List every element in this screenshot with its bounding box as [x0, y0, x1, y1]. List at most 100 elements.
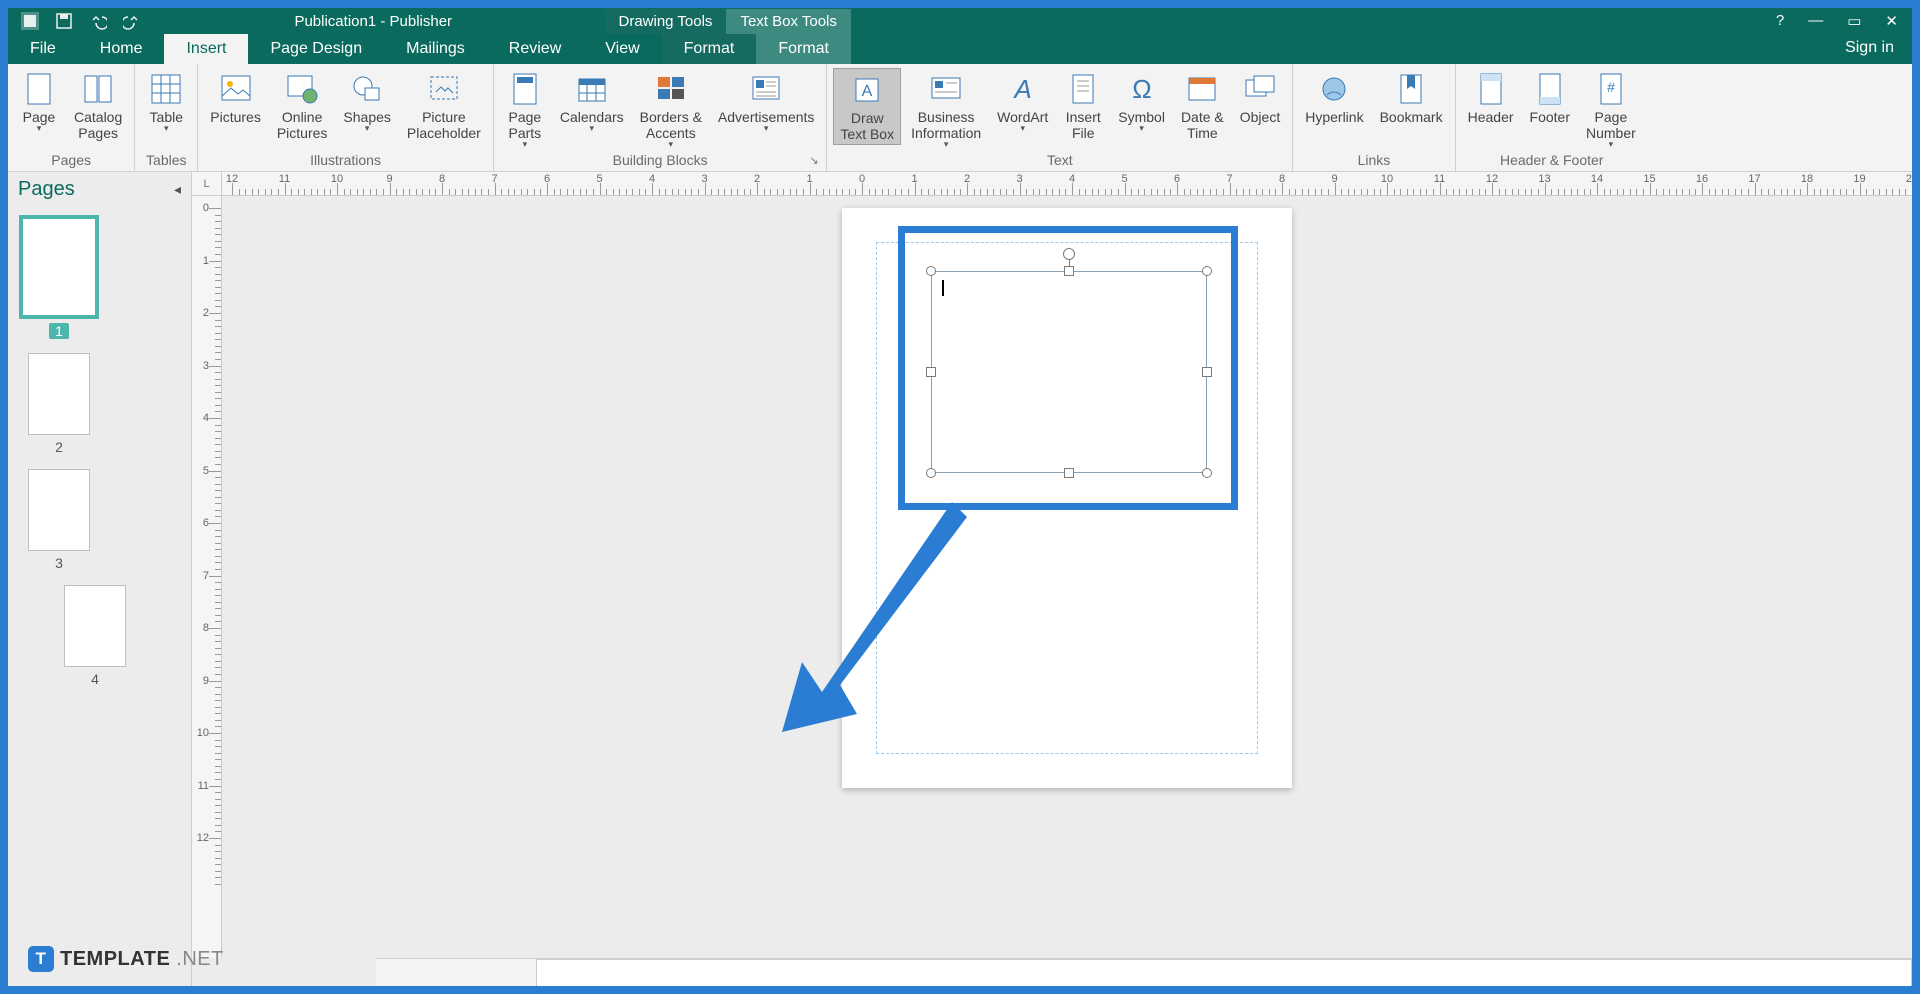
page-thumb-2[interactable]: 2 [18, 353, 100, 455]
chevron-down-icon: ▾ [365, 123, 370, 134]
bookmark-icon [1392, 70, 1430, 108]
page-button[interactable]: Page ▾ [14, 68, 64, 136]
placeholder-icon [425, 70, 463, 108]
svg-text:A: A [1012, 74, 1031, 104]
object-icon [1241, 70, 1279, 108]
symbol-icon: Ω [1123, 70, 1161, 108]
date-time-button[interactable]: Date & Time [1175, 68, 1230, 143]
rotate-handle[interactable] [1063, 248, 1075, 260]
pages-panel-title: Pages [18, 178, 75, 201]
context-tab-textbox: Text Box Tools [726, 9, 850, 34]
header-button[interactable]: Header [1462, 68, 1520, 127]
resize-handle-sw[interactable] [926, 468, 936, 478]
chevron-down-icon: ▾ [669, 139, 674, 150]
tab-file[interactable]: File [8, 34, 78, 64]
draw-text-box-button[interactable]: A Draw Text Box [833, 68, 901, 145]
page-thumb-1[interactable]: 1 [18, 215, 100, 339]
resize-handle-se[interactable] [1202, 468, 1212, 478]
annotation-highlight [898, 226, 1238, 510]
context-tab-drawing: Drawing Tools [605, 9, 727, 34]
menu-bar: File Home Insert Page Design Mailings Re… [8, 34, 1912, 64]
resize-handle-s[interactable] [1064, 468, 1074, 478]
watermark: T TEMPLATE.NET [28, 946, 224, 972]
chevron-down-icon: ▾ [1139, 123, 1144, 134]
undo-icon[interactable] [88, 11, 108, 31]
resize-handle-ne[interactable] [1202, 266, 1212, 276]
resize-handle-e[interactable] [1202, 367, 1212, 377]
close-button[interactable]: ✕ [1885, 12, 1898, 30]
wordart-button[interactable]: A WordArt ▾ [991, 68, 1054, 136]
date-time-icon [1183, 70, 1221, 108]
table-icon [147, 70, 185, 108]
contextual-tabs: Drawing Tools Text Box Tools [605, 9, 851, 34]
window-controls: ? — ▭ ✕ [1776, 12, 1912, 30]
insert-file-icon [1064, 70, 1102, 108]
online-pictures-button[interactable]: Online Pictures [271, 68, 334, 143]
business-info-button[interactable]: Business Information ▾ [905, 68, 987, 152]
dialog-launcher-bb[interactable]: ↘ [809, 154, 823, 168]
maximize-button[interactable]: ▭ [1847, 12, 1861, 30]
resize-handle-nw[interactable] [926, 266, 936, 276]
tab-view[interactable]: View [583, 34, 661, 64]
tab-insert[interactable]: Insert [164, 34, 248, 64]
tab-format-textbox[interactable]: Format [756, 34, 851, 64]
ribbon: Page ▾ Catalog Pages Pages Table ▾ Table… [8, 64, 1912, 172]
tab-review[interactable]: Review [487, 34, 583, 64]
calendars-icon [573, 70, 611, 108]
svg-text:Ω: Ω [1132, 74, 1151, 104]
tab-mailings[interactable]: Mailings [384, 34, 487, 64]
watermark-net: .NET [176, 948, 224, 971]
table-button[interactable]: Table ▾ [141, 68, 191, 136]
chevron-down-icon: ▾ [944, 139, 949, 150]
save-icon[interactable] [54, 11, 74, 31]
resize-handle-w[interactable] [926, 367, 936, 377]
group-header-footer: Header Footer # Page Number ▾ Header & F… [1456, 64, 1648, 171]
advertisements-button[interactable]: Advertisements ▾ [712, 68, 820, 136]
group-label-text: Text [827, 152, 1292, 171]
document-title: Publication1 - Publisher [142, 13, 605, 30]
page-thumb-3[interactable]: 3 [18, 469, 100, 571]
help-button[interactable]: ? [1776, 12, 1784, 30]
pictures-button[interactable]: Pictures [204, 68, 267, 127]
object-button[interactable]: Object [1234, 68, 1286, 127]
tab-home[interactable]: Home [78, 34, 165, 64]
borders-icon [652, 70, 690, 108]
publication-page[interactable] [842, 208, 1292, 788]
ruler-vertical: 0123456789101112 [192, 196, 222, 958]
hyperlink-button[interactable]: Hyperlink [1299, 68, 1369, 127]
borders-accents-button[interactable]: Borders & Accents ▾ [634, 68, 708, 152]
canvas-area[interactable]: L 12111098765432101234567891011121314151… [192, 172, 1912, 986]
text-cursor [942, 280, 944, 296]
resize-handle-n[interactable] [1064, 266, 1074, 276]
group-links: Hyperlink Bookmark Links [1293, 64, 1455, 171]
header-icon [1472, 70, 1510, 108]
insert-file-button[interactable]: Insert File [1058, 68, 1108, 143]
bookmark-button[interactable]: Bookmark [1374, 68, 1449, 127]
quick-access-toolbar [8, 11, 142, 31]
collapse-panel-icon[interactable]: ◂ [174, 181, 181, 198]
pages-panel: Pages ◂ 1 2 3 [8, 172, 192, 986]
picture-placeholder-button[interactable]: Picture Placeholder [401, 68, 487, 143]
page-icon [20, 70, 58, 108]
tab-format-drawing[interactable]: Format [662, 34, 757, 64]
footer-button[interactable]: Footer [1524, 68, 1576, 127]
shapes-button[interactable]: Shapes ▾ [337, 68, 396, 136]
page-number-button[interactable]: # Page Number ▾ [1580, 68, 1642, 152]
calendars-button[interactable]: Calendars ▾ [554, 68, 630, 136]
catalog-pages-button[interactable]: Catalog Pages [68, 68, 128, 143]
wordart-icon: A [1004, 70, 1042, 108]
sign-in-link[interactable]: Sign in [1827, 34, 1912, 64]
tab-page-design[interactable]: Page Design [248, 34, 384, 64]
group-pages: Page ▾ Catalog Pages Pages [8, 64, 135, 171]
chevron-down-icon: ▾ [1020, 123, 1025, 134]
symbol-button[interactable]: Ω Symbol ▾ [1112, 68, 1171, 136]
chevron-down-icon: ▾ [1609, 139, 1614, 150]
redo-icon[interactable] [122, 11, 142, 31]
minimize-button[interactable]: — [1808, 12, 1823, 30]
page-parts-button[interactable]: Page Parts ▾ [500, 68, 550, 152]
group-text: A Draw Text Box Business Information ▾ A… [827, 64, 1293, 171]
business-info-icon [927, 70, 965, 108]
group-building-blocks: Page Parts ▾ Calendars ▾ Borders & Accen… [494, 64, 828, 171]
text-box[interactable] [931, 271, 1207, 473]
page-thumb-4[interactable]: 4 [54, 585, 136, 687]
